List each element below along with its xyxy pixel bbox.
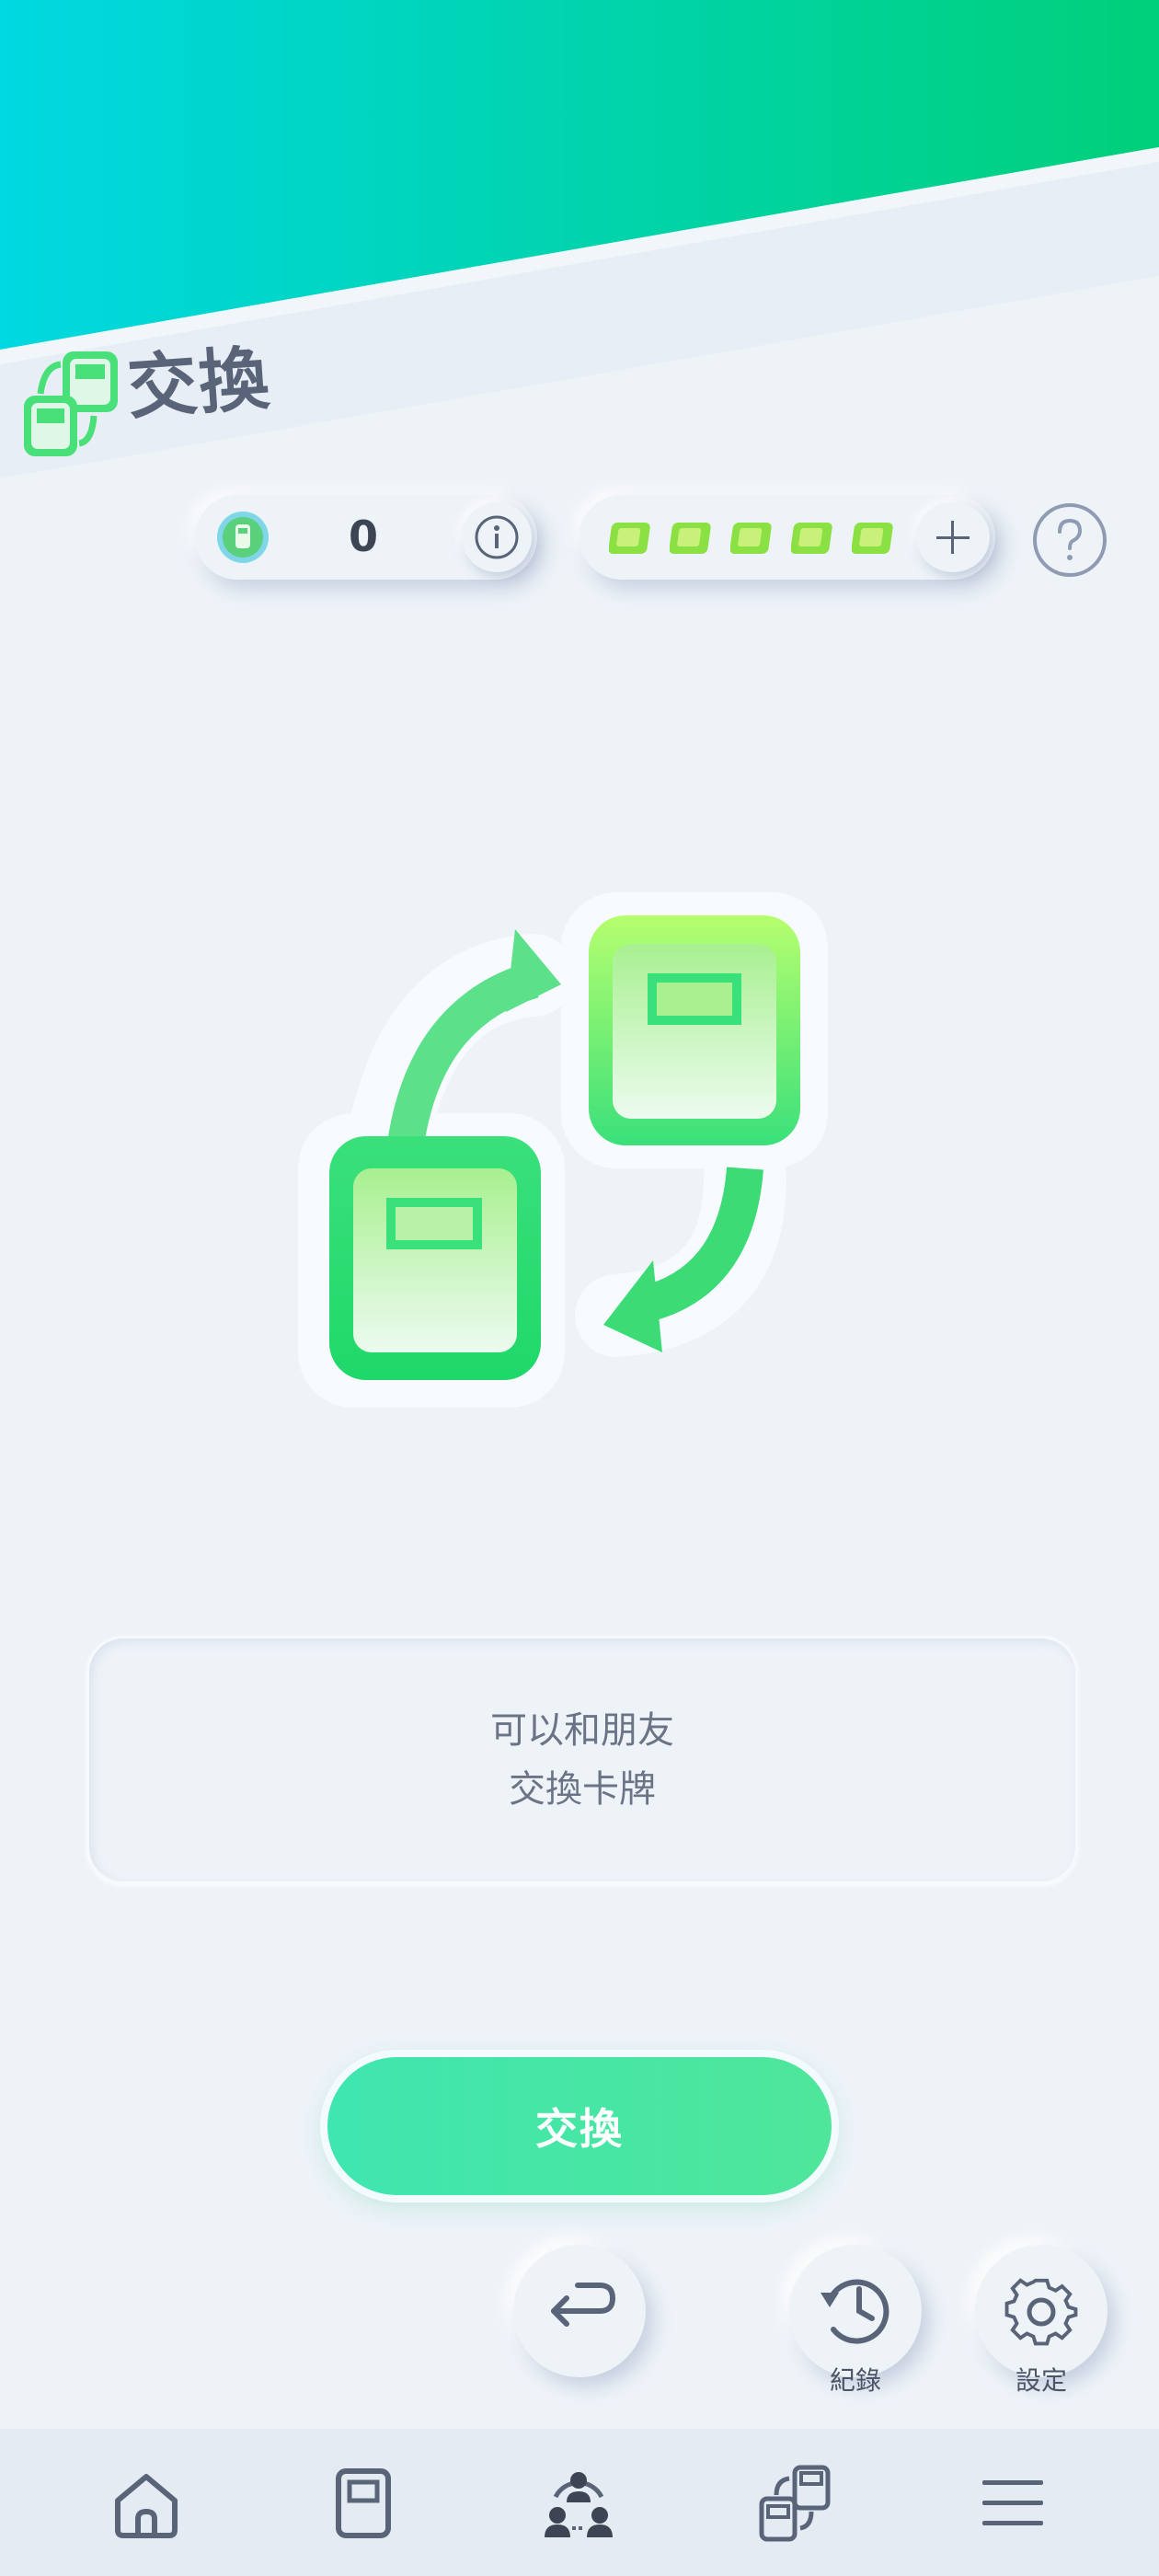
help-icon[interactable]	[1030, 500, 1109, 580]
exchange-icon	[24, 351, 118, 456]
page-title: 交換	[124, 337, 274, 430]
ticket-icon	[852, 523, 893, 554]
home-icon[interactable]	[105, 2462, 188, 2545]
ticket-icon	[609, 523, 650, 554]
description-box: 可以和朋友 交換卡牌	[86, 1636, 1078, 1884]
add-tickets-button[interactable]	[916, 502, 990, 572]
info-button[interactable]	[462, 502, 532, 572]
description-line-1: 可以和朋友	[490, 1709, 674, 1752]
menu-icon[interactable]	[971, 2462, 1054, 2545]
card-icon[interactable]	[322, 2462, 405, 2545]
ticket-icon	[670, 523, 711, 554]
history-button[interactable]	[789, 2245, 922, 2377]
ticket-icon	[791, 523, 832, 554]
exchange-illustration	[298, 892, 828, 1408]
exchange-button[interactable]: 交換	[327, 2057, 832, 2195]
back-button[interactable]	[513, 2245, 646, 2377]
settings-label: 設定	[1015, 2365, 1067, 2396]
ticket-icon	[730, 523, 772, 554]
info-icon	[475, 515, 519, 559]
back-icon	[551, 2283, 616, 2327]
coin-icon	[217, 512, 269, 563]
plus-icon	[936, 521, 970, 554]
history-icon	[820, 2279, 889, 2344]
description-line-2: 交換卡牌	[509, 1768, 656, 1811]
header-banner	[0, 0, 1159, 478]
gear-icon	[1004, 2278, 1078, 2346]
friends-icon[interactable]	[537, 2462, 620, 2545]
coin-value: 0	[348, 512, 378, 561]
settings-button[interactable]	[975, 2245, 1107, 2377]
history-label: 紀錄	[829, 2365, 881, 2396]
trade-icon[interactable]	[754, 2462, 837, 2545]
